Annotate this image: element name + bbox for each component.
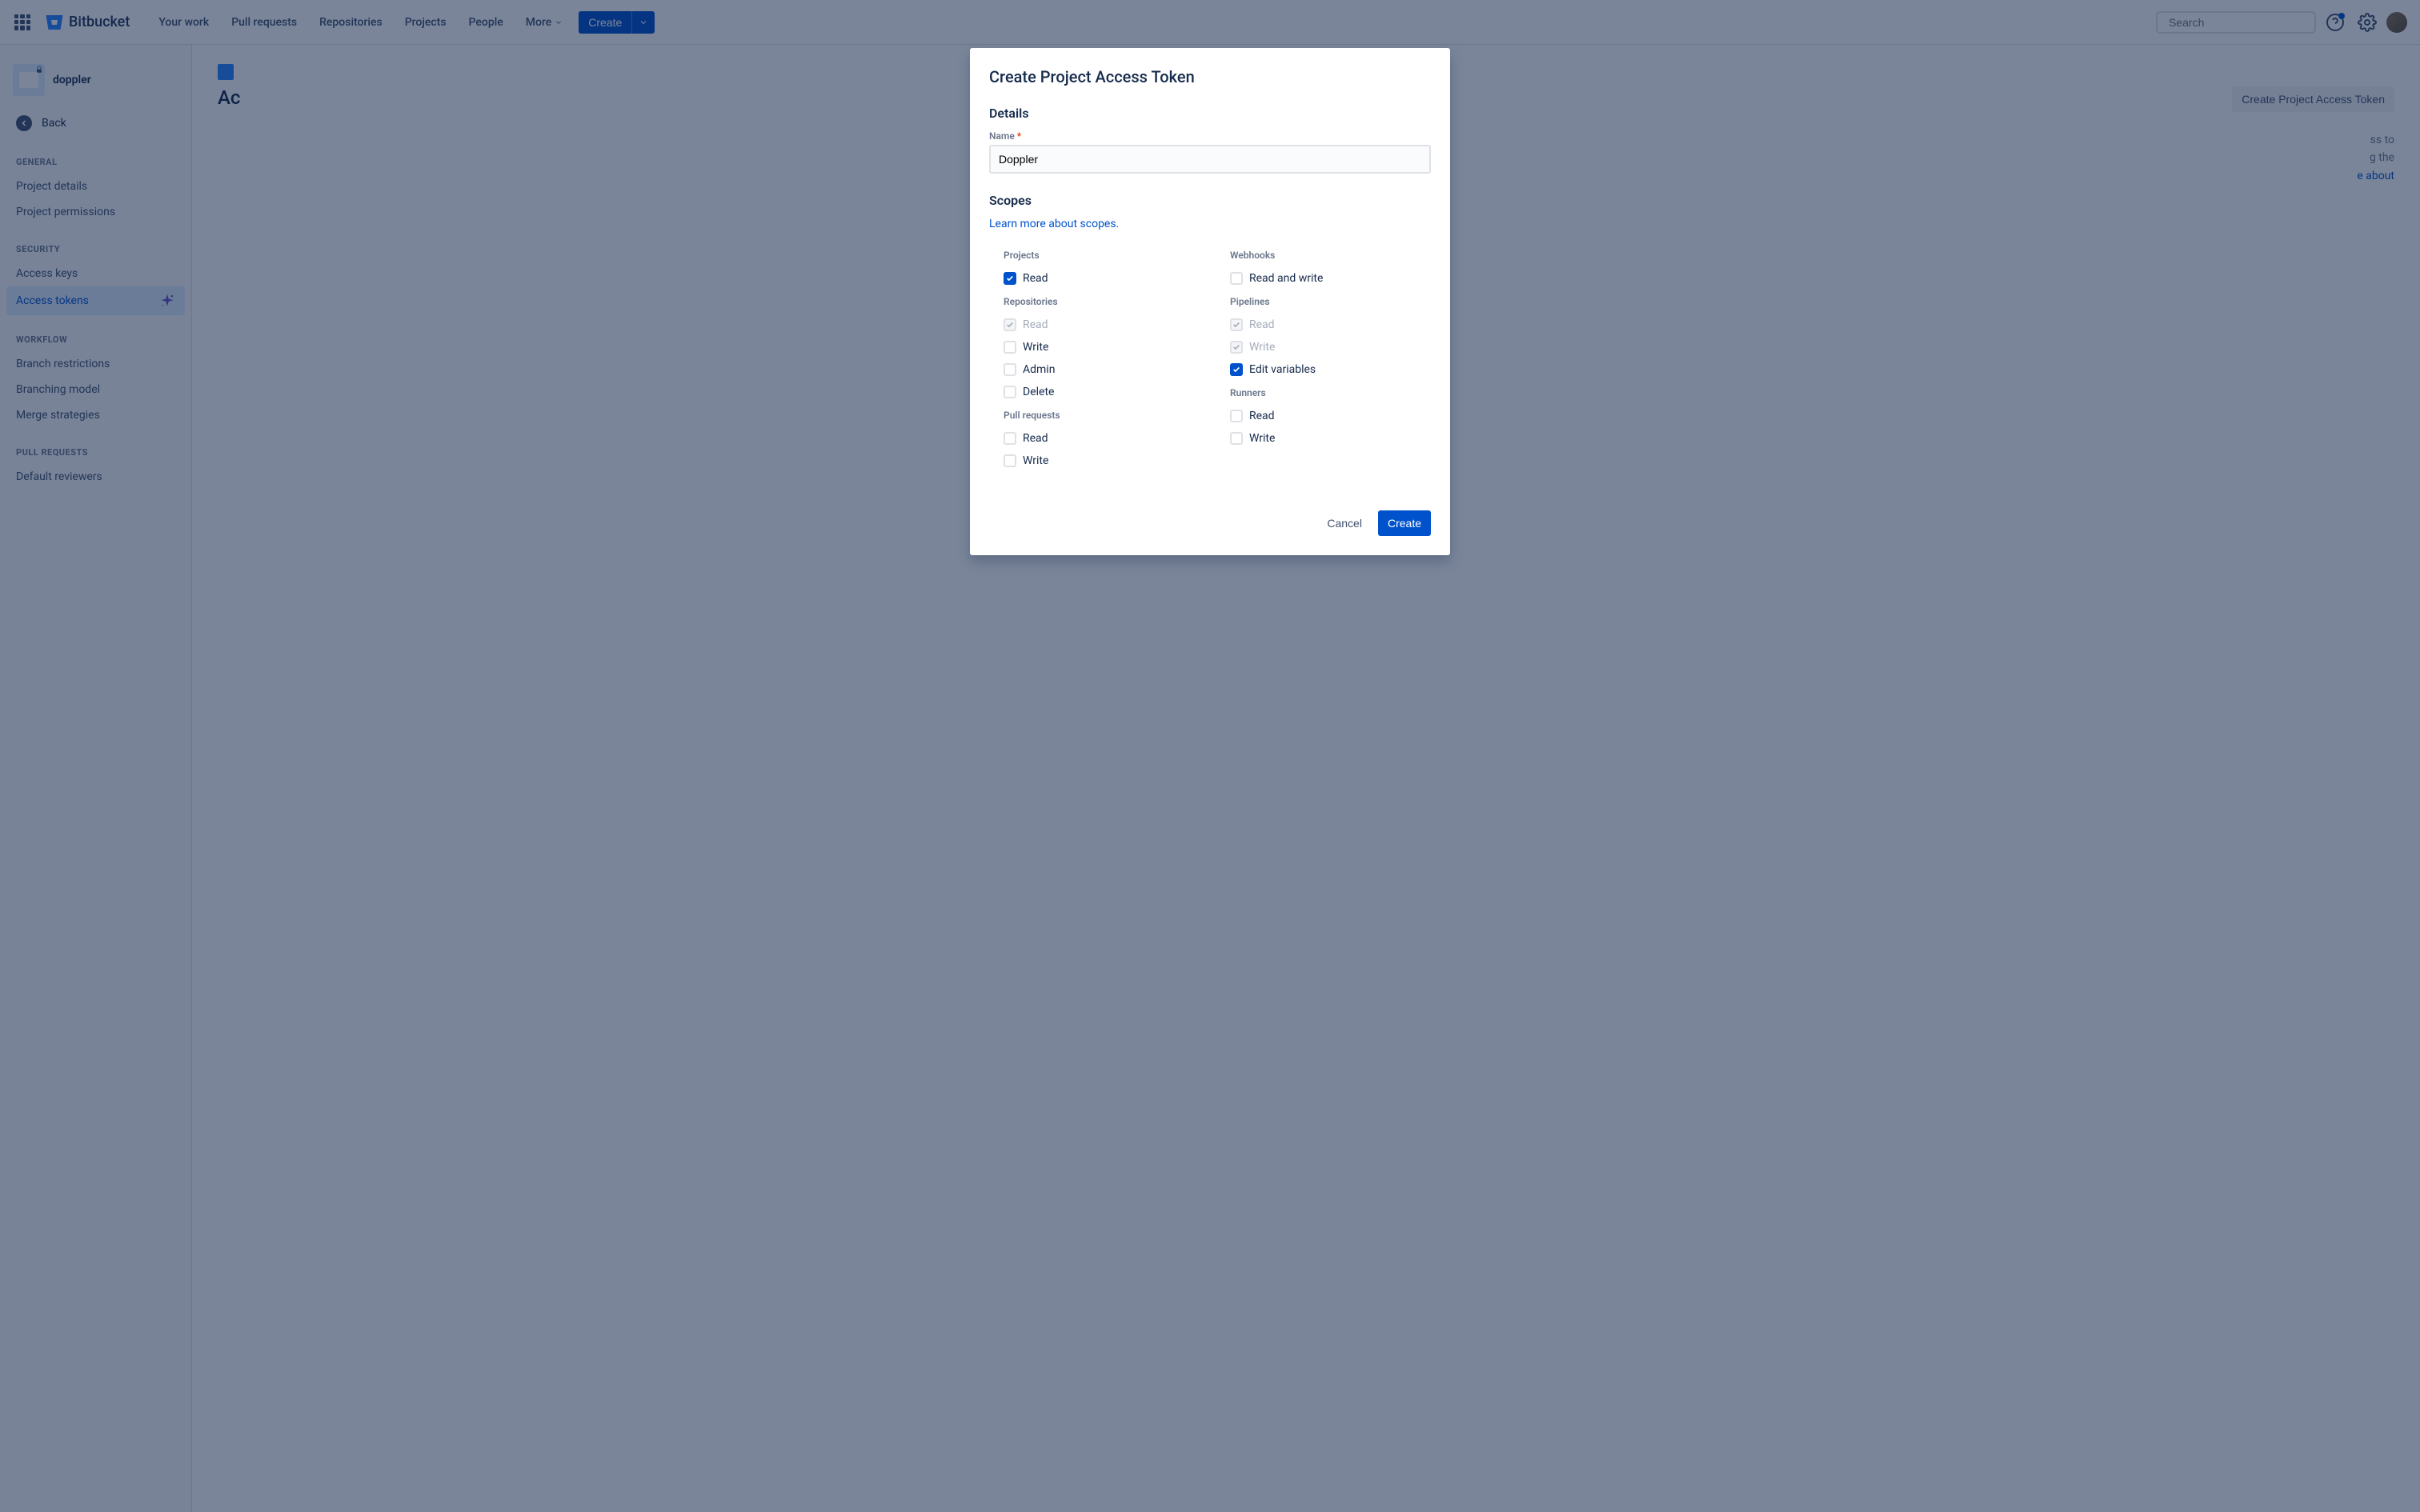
scope-heading-webhooks: Webhooks (1230, 250, 1431, 261)
checkbox-row-pr-read: Read (1004, 427, 1204, 450)
cancel-button[interactable]: Cancel (1317, 510, 1372, 536)
checkbox-pr-read[interactable] (1004, 432, 1016, 445)
details-heading: Details (989, 106, 1431, 121)
checkbox-runners-read[interactable] (1230, 410, 1243, 422)
scopes-grid: Projects Read Repositories (989, 243, 1431, 478)
create-token-modal: Create Project Access Token Details Name… (970, 48, 1450, 555)
checkbox-row-projects-read: Read (1004, 267, 1204, 290)
create-button[interactable]: Create (1378, 510, 1431, 536)
modal-overlay[interactable]: Create Project Access Token Details Name… (0, 0, 2420, 1512)
required-asterisk: * (1015, 130, 1021, 142)
name-label-text: Name (989, 130, 1015, 142)
scope-group-projects: Projects Read (1004, 250, 1204, 290)
checkbox-row-repos-delete: Delete (1004, 381, 1204, 403)
checkbox-label[interactable]: Write (1023, 341, 1048, 354)
scope-heading-pull-requests: Pull requests (1004, 410, 1204, 421)
checkbox-label[interactable]: Edit variables (1249, 363, 1316, 376)
checkbox-row-repos-admin: Admin (1004, 358, 1204, 381)
checkbox-pipelines-write (1230, 341, 1243, 354)
checkbox-label[interactable]: Read (1023, 432, 1048, 445)
scope-group-pipelines: Pipelines Read Write (1230, 296, 1431, 381)
name-label: Name * (989, 130, 1431, 142)
checkbox-repos-delete[interactable] (1004, 386, 1016, 398)
checkbox-pr-write[interactable] (1004, 454, 1016, 467)
checkbox-label[interactable]: Read (1023, 272, 1048, 285)
checkbox-row-pipelines-edit-vars: Edit variables (1230, 358, 1431, 381)
checkbox-row-runners-write: Write (1230, 427, 1431, 450)
scope-group-repositories: Repositories Read Write (1004, 296, 1204, 403)
checkbox-pipelines-edit-vars[interactable] (1230, 363, 1243, 376)
scopes-left-column: Projects Read Repositories (1004, 243, 1204, 478)
modal-footer: Cancel Create (970, 498, 1450, 555)
checkbox-pipelines-read (1230, 318, 1243, 331)
checkbox-projects-read[interactable] (1004, 272, 1016, 285)
modal-body: Create Project Access Token Details Name… (970, 48, 1450, 498)
modal-title: Create Project Access Token (989, 67, 1431, 86)
checkbox-label: Read (1249, 318, 1275, 331)
checkbox-label[interactable]: Read (1249, 410, 1275, 422)
checkbox-repos-admin[interactable] (1004, 363, 1016, 376)
scope-group-webhooks: Webhooks Read and write (1230, 250, 1431, 290)
checkbox-label: Read (1023, 318, 1048, 331)
checkbox-repos-read (1004, 318, 1016, 331)
learn-more-scopes-link[interactable]: Learn more about scopes. (989, 218, 1119, 230)
scope-group-pull-requests: Pull requests Read Write (1004, 410, 1204, 472)
checkbox-label[interactable]: Write (1023, 454, 1048, 467)
scope-group-runners: Runners Read Write (1230, 387, 1431, 450)
scopes-right-column: Webhooks Read and write Pipelines (1230, 243, 1431, 478)
checkbox-runners-write[interactable] (1230, 432, 1243, 445)
checkbox-webhooks-rw[interactable] (1230, 272, 1243, 285)
checkbox-repos-write[interactable] (1004, 341, 1016, 354)
scope-heading-projects: Projects (1004, 250, 1204, 261)
scopes-heading: Scopes (989, 193, 1431, 208)
checkbox-label[interactable]: Write (1249, 432, 1275, 445)
scope-heading-runners: Runners (1230, 387, 1431, 398)
checkbox-row-pipelines-write: Write (1230, 336, 1431, 358)
checkbox-row-repos-write: Write (1004, 336, 1204, 358)
scope-heading-pipelines: Pipelines (1230, 296, 1431, 307)
checkbox-label[interactable]: Delete (1023, 386, 1054, 398)
checkbox-label[interactable]: Admin (1023, 363, 1055, 376)
scope-heading-repositories: Repositories (1004, 296, 1204, 307)
checkbox-row-webhooks-rw: Read and write (1230, 267, 1431, 290)
checkbox-row-pipelines-read: Read (1230, 314, 1431, 336)
checkbox-row-pr-write: Write (1004, 450, 1204, 472)
name-input[interactable] (989, 145, 1431, 174)
checkbox-label: Write (1249, 341, 1275, 354)
checkbox-row-runners-read: Read (1230, 405, 1431, 427)
checkbox-label[interactable]: Read and write (1249, 272, 1323, 285)
checkbox-row-repos-read: Read (1004, 314, 1204, 336)
